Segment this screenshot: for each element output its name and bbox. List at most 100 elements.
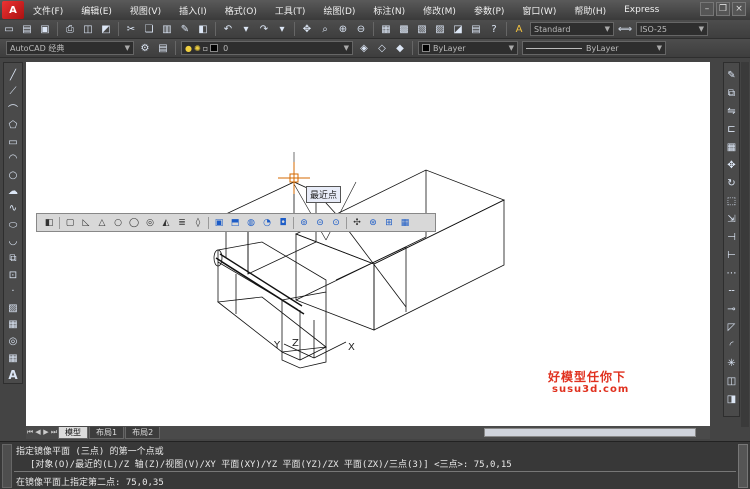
copy-icon[interactable]: ❏: [141, 21, 157, 37]
table-icon[interactable]: ▦: [5, 351, 21, 366]
menu-view[interactable]: 视图(V): [121, 4, 170, 17]
subtract-icon[interactable]: ⊝: [313, 216, 327, 230]
workspace-settings-icon[interactable]: ⚙: [137, 40, 153, 56]
print-icon[interactable]: ⎙: [62, 21, 78, 37]
prev-tab-icon[interactable]: ◀: [34, 428, 42, 438]
text-style-icon[interactable]: A: [511, 21, 527, 37]
torus-icon[interactable]: ◎: [143, 216, 157, 230]
revolve-icon[interactable]: ◔: [260, 216, 274, 230]
make-block-icon[interactable]: ⊡: [5, 268, 21, 283]
next-tab-icon[interactable]: ▶: [42, 428, 50, 438]
chamfer-icon[interactable]: ◸: [724, 319, 740, 335]
menu-dimension[interactable]: 标注(N): [364, 4, 414, 17]
stretch-icon[interactable]: ⇲: [724, 211, 740, 227]
loft-icon[interactable]: ◘: [276, 216, 290, 230]
gradient-icon[interactable]: ▦: [5, 318, 21, 333]
copy-object-icon[interactable]: ⧉: [724, 85, 740, 101]
zoom-realtime-icon[interactable]: ⌕: [317, 21, 333, 37]
arc-icon[interactable]: ◠: [5, 151, 21, 166]
3d-align-icon[interactable]: ⊞: [382, 216, 396, 230]
undo-icon[interactable]: ↶: [220, 21, 236, 37]
presspull-icon[interactable]: ⬒: [228, 216, 242, 230]
menu-express[interactable]: Express: [615, 5, 668, 15]
move-icon[interactable]: ✥: [724, 157, 740, 173]
restore-icon[interactable]: ❐: [716, 2, 730, 16]
redo-icon[interactable]: ↷: [256, 21, 272, 37]
zoom-previous-icon[interactable]: ⊖: [353, 21, 369, 37]
trim-icon[interactable]: ⊣: [724, 229, 740, 245]
pan-icon[interactable]: ✥: [299, 21, 315, 37]
horizontal-scrollbar[interactable]: [484, 428, 696, 437]
erase-icon[interactable]: ✎: [724, 67, 740, 83]
break-icon[interactable]: ╌: [724, 283, 740, 299]
scale-icon[interactable]: ⬚: [724, 193, 740, 209]
helix-icon[interactable]: ≣: [175, 216, 189, 230]
layer-states-icon[interactable]: ◆: [392, 40, 408, 56]
ellipse-arc-icon[interactable]: ◡: [5, 234, 21, 249]
redo-dropdown-icon[interactable]: ▾: [274, 21, 290, 37]
app-logo-icon[interactable]: A: [2, 1, 24, 19]
layer-manager-icon[interactable]: ▤: [155, 40, 171, 56]
new-file-icon[interactable]: ▭: [1, 21, 17, 37]
command-scrollbar[interactable]: [738, 444, 748, 488]
break-at-point-icon[interactable]: ⋯: [724, 265, 740, 281]
polygon-icon[interactable]: ⬠: [5, 118, 21, 133]
intersect-icon[interactable]: ⊙: [329, 216, 343, 230]
close-icon[interactable]: ×: [732, 2, 746, 16]
insert-block-icon[interactable]: ⧉: [5, 251, 21, 266]
extrude-icon[interactable]: ▣: [212, 216, 226, 230]
hatch-icon[interactable]: ▨: [5, 301, 21, 316]
tab-model[interactable]: 模型: [58, 426, 88, 439]
union-icon[interactable]: ⊚: [297, 216, 311, 230]
line-icon[interactable]: ╱: [5, 68, 21, 83]
zoom-window-icon[interactable]: ⊕: [335, 21, 351, 37]
help-icon[interactable]: ?: [486, 21, 502, 37]
rectangle-icon[interactable]: ▭: [5, 135, 21, 150]
region-icon[interactable]: ◎: [5, 334, 21, 349]
construction-line-icon[interactable]: ⟋: [5, 85, 21, 100]
point-icon[interactable]: ·: [5, 284, 21, 299]
properties-icon[interactable]: ▦: [378, 21, 394, 37]
make-object-layer-current-icon[interactable]: ◈: [356, 40, 372, 56]
mirror-icon[interactable]: ⇋: [724, 103, 740, 119]
menu-edit[interactable]: 编辑(E): [72, 4, 121, 17]
cylinder-icon[interactable]: ◯: [127, 216, 141, 230]
block-editor-icon[interactable]: ◧: [195, 21, 211, 37]
menu-file[interactable]: 文件(F): [24, 4, 72, 17]
design-center-icon[interactable]: ▩: [396, 21, 412, 37]
text-style-dropdown[interactable]: Standard ▼: [530, 22, 614, 36]
sheet-set-icon[interactable]: ▨: [432, 21, 448, 37]
wedge-icon[interactable]: ◺: [79, 216, 93, 230]
save-icon[interactable]: ▣: [37, 21, 53, 37]
box-icon[interactable]: ▢: [63, 216, 77, 230]
sweep-icon[interactable]: ◍: [244, 216, 258, 230]
solid-separate-icon[interactable]: ◨: [724, 391, 740, 407]
open-file-icon[interactable]: ▤: [19, 21, 35, 37]
extend-icon[interactable]: ⊢: [724, 247, 740, 263]
ellipse-icon[interactable]: ⬭: [5, 218, 21, 233]
dim-style-dropdown[interactable]: ISO-25 ▼: [636, 22, 708, 36]
match-properties-icon[interactable]: ✎: [177, 21, 193, 37]
layer-dropdown[interactable]: ● ✺ ▫ 0 ▼: [181, 41, 353, 55]
minimize-icon[interactable]: –: [700, 2, 714, 16]
last-tab-icon[interactable]: ⏭: [50, 428, 58, 438]
vertical-scrollbar[interactable]: [741, 62, 749, 427]
command-window-handle[interactable]: [2, 444, 12, 488]
multiline-text-icon[interactable]: A: [5, 367, 21, 382]
command-input[interactable]: 在镜像平面上指定第二点: 75,0,35: [16, 475, 164, 488]
linetype-dropdown[interactable]: ByLayer ▼: [522, 41, 666, 55]
polysolid-icon[interactable]: ◧: [42, 216, 56, 230]
print-preview-icon[interactable]: ◫: [80, 21, 96, 37]
first-tab-icon[interactable]: ⏮: [26, 428, 34, 438]
pyramid-icon[interactable]: ◭: [159, 216, 173, 230]
layer-previous-icon[interactable]: ◇: [374, 40, 390, 56]
rotate-icon[interactable]: ↻: [724, 175, 740, 191]
menu-insert[interactable]: 插入(I): [170, 4, 216, 17]
workspace-dropdown[interactable]: AutoCAD 经典 ▼: [6, 41, 134, 55]
revision-cloud-icon[interactable]: ☁: [5, 185, 21, 200]
3d-rotate-icon[interactable]: ⊛: [366, 216, 380, 230]
cut-icon[interactable]: ✂: [123, 21, 139, 37]
solid-editing-icon[interactable]: ◫: [724, 373, 740, 389]
tab-layout2[interactable]: 布局2: [125, 426, 161, 439]
circle-icon[interactable]: ○: [5, 168, 21, 183]
